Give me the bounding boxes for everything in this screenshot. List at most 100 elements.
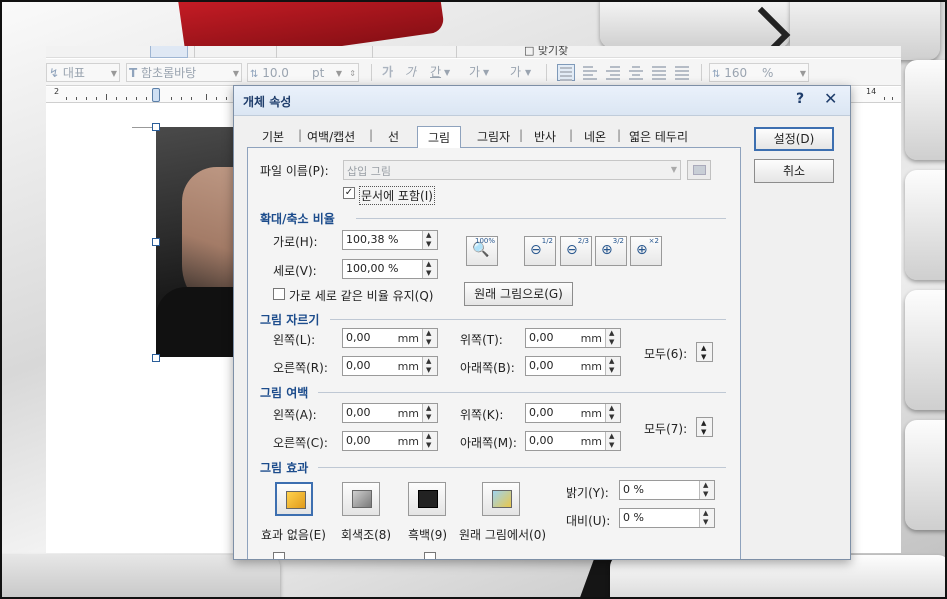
unit-label: mm xyxy=(580,332,602,345)
inserted-picture[interactable] xyxy=(156,127,234,357)
chevron-down-icon[interactable]: ▼ xyxy=(483,63,489,82)
spin-icon[interactable]: ▲ ▼ xyxy=(422,404,437,422)
align-divide-button[interactable] xyxy=(673,64,691,81)
line-spacing-combo[interactable]: ⇅ 160 % ▼ xyxy=(709,63,809,82)
help-icon[interactable]: ? xyxy=(796,91,804,107)
tab-picture[interactable]: 그림 xyxy=(417,126,462,148)
spin-icon[interactable]: ▲ ▼ xyxy=(422,357,437,375)
spin-icon[interactable]: ▲ ▼ xyxy=(422,231,437,249)
tab-line[interactable]: 선 xyxy=(388,128,399,145)
unit-label: mm xyxy=(397,360,419,373)
spin-icon[interactable]: ▲ ▼ xyxy=(605,404,620,422)
scale-height-field[interactable]: 100,00 % ▲ ▼ xyxy=(342,259,438,279)
close-icon[interactable]: ✕ xyxy=(824,89,837,108)
resize-handle[interactable] xyxy=(152,238,160,246)
crop-top-field[interactable]: 0,00 mm ▲ ▼ xyxy=(525,328,621,348)
browse-folder-button[interactable] xyxy=(687,160,711,180)
cancel-button[interactable]: 취소 xyxy=(754,159,834,183)
margin-left-field[interactable]: 0,00 mm ▲ ▼ xyxy=(342,403,438,423)
resize-handle[interactable] xyxy=(152,123,160,131)
spin-icon[interactable]: ▲ ▼ xyxy=(422,432,437,450)
embed-in-document-checkbox[interactable]: ✓ xyxy=(343,187,355,199)
align-center-button[interactable] xyxy=(627,64,645,81)
spin-icon[interactable]: ▲ ▼ xyxy=(605,432,620,450)
scale-section-title: 확대/축소 비율 xyxy=(260,212,335,226)
tab-basic[interactable]: 기본 xyxy=(262,128,284,145)
align-justify-button[interactable] xyxy=(557,64,575,81)
scale-width-field[interactable]: 100,38 % ▲ ▼ xyxy=(342,230,438,250)
toolbar-button[interactable] xyxy=(150,46,188,58)
keyboard-key xyxy=(905,290,947,410)
brightness-field[interactable]: 0 % ▲ ▼ xyxy=(619,480,715,500)
font-combo[interactable]: T 함초롬바탕 ▼ xyxy=(126,63,242,82)
spin-icon[interactable]: ▲ ▼ xyxy=(699,509,714,527)
chevron-down-icon[interactable]: ▼ xyxy=(444,63,450,82)
crop-bottom-field[interactable]: 0,00 mm ▲ ▼ xyxy=(525,356,621,376)
align-left-button[interactable] xyxy=(581,64,599,81)
margin-right-field[interactable]: 0,00 mm ▲ ▼ xyxy=(342,431,438,451)
margin-top-field[interactable]: 0,00 mm ▲ ▼ xyxy=(525,403,621,423)
highlight-button[interactable]: 가 xyxy=(510,63,521,82)
bold-button[interactable]: 가 xyxy=(382,63,393,82)
effect-original-button[interactable] xyxy=(482,482,520,516)
zoom-in-threehalves-button[interactable]: ⊕ 3/2 xyxy=(595,236,627,266)
tab-soft-edge[interactable]: 엷은 테두리 xyxy=(629,128,688,145)
margin-bottom-label: 아래쪽(M): xyxy=(460,436,517,450)
tab-neon[interactable]: 네온 xyxy=(584,128,606,145)
cut-off-checkbox[interactable] xyxy=(273,552,285,559)
margin-section-title: 그림 여백 xyxy=(260,386,309,400)
scale-width-value: 100,38 % xyxy=(346,233,399,246)
crop-left-field[interactable]: 0,00 mm ▲ ▼ xyxy=(342,328,438,348)
zoom-in-double-button[interactable]: ⊕ ×2 xyxy=(630,236,662,266)
italic-button[interactable]: 가 xyxy=(405,63,416,82)
keyboard-key xyxy=(905,60,947,160)
tab-margin-caption[interactable]: 여백/캡션 xyxy=(307,128,355,145)
chevron-down-icon[interactable]: ▼ xyxy=(525,63,531,82)
zoom-100-button[interactable]: 🔍 100% xyxy=(466,236,498,266)
line-spacing-value: 160 xyxy=(724,66,748,80)
toolbar-separator xyxy=(371,64,372,81)
resize-handle[interactable] xyxy=(152,354,160,362)
zoom-label: 100% xyxy=(474,237,495,245)
margin-all-spinner[interactable]: ▲ ▼ xyxy=(696,417,713,437)
effect-blackwhite-button[interactable] xyxy=(408,482,446,516)
zoom-out-twothirds-icon: ⊖ xyxy=(566,242,578,258)
contrast-label: 대비(U): xyxy=(566,514,611,528)
style-combo[interactable]: ↯ 대표 ▼ xyxy=(46,63,120,82)
zoom-out-twothirds-button[interactable]: ⊖ 2/3 xyxy=(560,236,592,266)
crop-all-spinner[interactable]: ▲ ▼ xyxy=(696,342,713,362)
indent-marker[interactable] xyxy=(152,88,160,102)
tab-reflection[interactable]: 반사 xyxy=(534,128,556,145)
crop-right-field[interactable]: 0,00 mm ▲ ▼ xyxy=(342,356,438,376)
zoom-out-half-button[interactable]: ⊖ 1/2 xyxy=(524,236,556,266)
crop-left-label: 왼쪽(L): xyxy=(273,333,316,347)
spin-icon[interactable]: ▲ ▼ xyxy=(422,260,437,278)
underline-button[interactable]: 간 xyxy=(430,63,441,82)
margin-bottom-value: 0,00 xyxy=(529,434,554,447)
font-color-button[interactable]: 가 xyxy=(469,63,480,82)
scale-height-value: 100,00 % xyxy=(346,262,399,275)
font-size-combo[interactable]: ⇅ 10.0 pt ▼ ⇕ xyxy=(247,63,359,82)
effect-none-button[interactable] xyxy=(275,482,313,516)
spin-icon[interactable]: ▲ ▼ xyxy=(699,481,714,499)
chevron-down-icon: ▼ xyxy=(110,69,117,78)
spin-icon[interactable]: ▲ ▼ xyxy=(605,329,620,347)
contrast-field[interactable]: 0 % ▲ ▼ xyxy=(619,508,715,528)
tab-shadow[interactable]: 그림자 xyxy=(477,128,510,145)
margin-left-label: 왼쪽(A): xyxy=(273,408,317,422)
ok-button[interactable]: 설정(D) xyxy=(754,127,834,151)
spin-icon: ⇕ xyxy=(349,69,356,78)
margin-bottom-field[interactable]: 0,00 mm ▲ ▼ xyxy=(525,431,621,451)
spin-icon[interactable]: ▲ ▼ xyxy=(605,357,620,375)
unit-label: mm xyxy=(580,360,602,373)
effect-original-icon xyxy=(492,490,512,508)
effect-grayscale-button[interactable] xyxy=(342,482,380,516)
original-size-button[interactable]: 원래 그림으로(G) xyxy=(464,282,573,306)
align-distribute-button[interactable] xyxy=(650,64,668,81)
align-right-button[interactable] xyxy=(604,64,622,81)
scale-width-label: 가로(H): xyxy=(273,235,318,249)
section-divider xyxy=(318,467,726,468)
spin-icon[interactable]: ▲ ▼ xyxy=(422,329,437,347)
cut-off-checkbox[interactable] xyxy=(424,552,436,559)
keep-ratio-checkbox[interactable] xyxy=(273,288,285,300)
